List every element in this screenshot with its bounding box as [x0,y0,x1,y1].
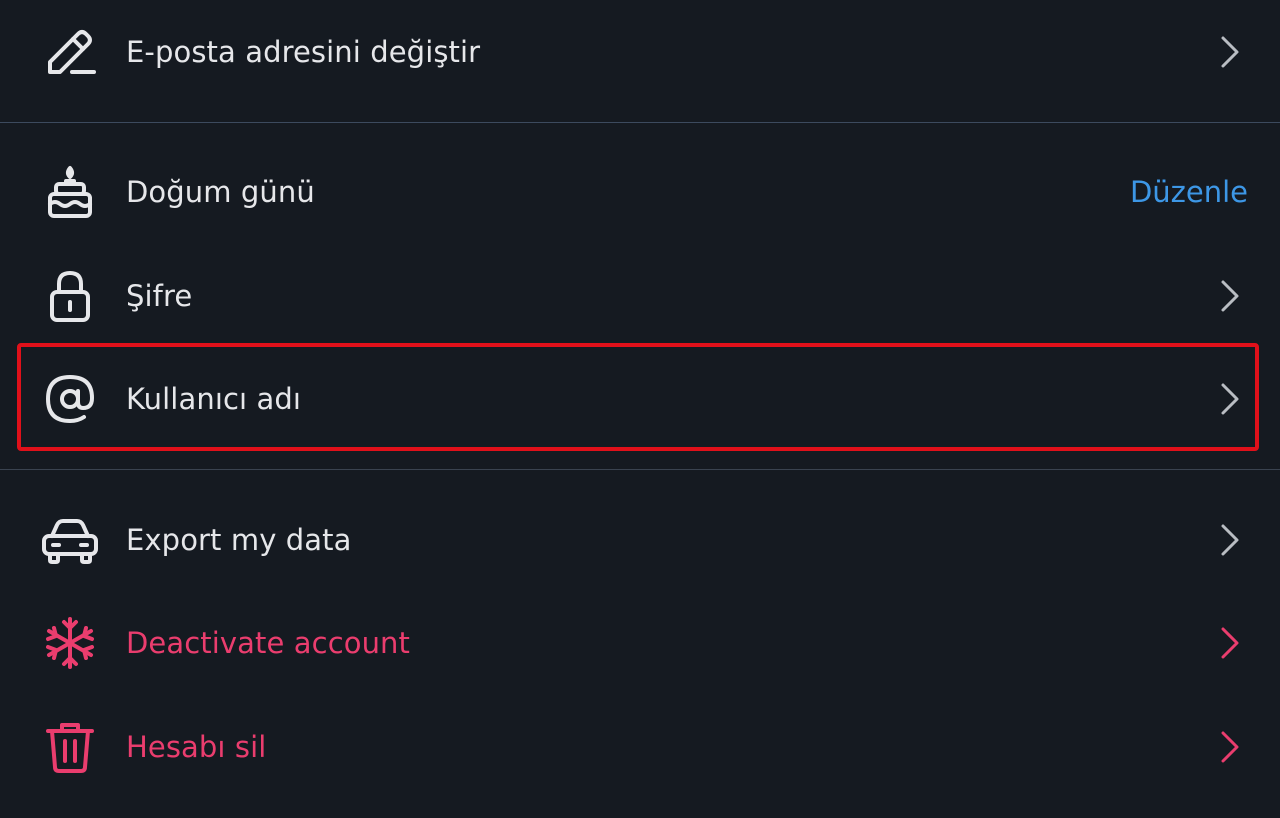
section-divider [0,122,1280,123]
password-row[interactable]: Şifre [0,244,1280,348]
change-email-row[interactable]: E-posta adresini değiştir [0,0,1280,104]
delete-account-row[interactable]: Hesabı sil [0,695,1280,799]
lock-icon [40,266,100,326]
change-email-label: E-posta adresini değiştir [126,35,481,69]
export-data-label: Export my data [126,523,352,557]
trash-icon [40,717,100,777]
chevron-right-icon [1221,627,1239,659]
delete-account-label: Hesabı sil [126,730,267,764]
deactivate-account-row[interactable]: Deactivate account [0,591,1280,695]
car-icon [40,510,100,570]
chevron-right-icon [1221,36,1239,68]
username-row[interactable]: Kullanıcı adı [0,347,1280,451]
cake-icon [40,162,100,222]
password-label: Şifre [126,279,193,313]
export-data-row[interactable]: Export my data [0,488,1280,592]
chevron-right-icon [1221,383,1239,415]
account-settings-page: E-posta adresini değiştir Doğum günü Düz… [0,0,1280,818]
pencil-icon [40,22,100,82]
chevron-right-icon [1221,524,1239,556]
username-label: Kullanıcı adı [126,382,302,416]
birthday-row: Doğum günü Düzenle [0,140,1280,244]
deactivate-account-label: Deactivate account [126,626,411,660]
chevron-right-icon [1221,731,1239,763]
snowflake-icon [40,613,100,673]
edit-birthday-button[interactable]: Düzenle [1130,175,1248,209]
birthday-label: Doğum günü [126,175,315,209]
section-divider [0,469,1280,470]
chevron-right-icon [1221,280,1239,312]
at-sign-icon [40,369,100,429]
